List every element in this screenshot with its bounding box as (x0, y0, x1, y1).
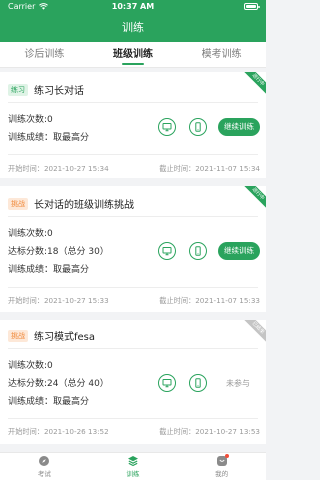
status-ribbon: 进行中 (241, 72, 266, 97)
start-time: 开始时间：2021-10-27 15:34 (8, 164, 109, 173)
type-badge: 挑战 (8, 329, 28, 342)
page-title: 训练 (0, 14, 266, 42)
monitor-button[interactable] (158, 118, 176, 136)
tab-post-diagnosis[interactable]: 诊后训练 (0, 42, 89, 67)
phone-icon (195, 378, 201, 388)
phone-button[interactable] (189, 118, 207, 136)
divider (8, 287, 258, 288)
training-card[interactable]: 进行中 挑战 长对话的班级训练挑战 训练次数:0 达标分数:18（总分 30） … (0, 186, 266, 312)
continue-training-button[interactable]: 继续训练 (218, 242, 260, 260)
tab-bar: 诊后训练 班级训练 模考训练 (0, 42, 266, 68)
end-time: 截止时间：2021-11-07 15:33 (159, 296, 260, 305)
pass-score: 达标分数:24（总分 40） (8, 379, 109, 389)
training-card[interactable]: 进行中 练习 练习长对话 训练次数:0 训练成绩：取最高分 继续训练 开始时间：… (0, 72, 266, 178)
monitor-icon (162, 123, 172, 132)
type-badge: 挑战 (8, 197, 28, 210)
card-title: 练习模式fesa (34, 332, 96, 343)
profile-icon (216, 454, 229, 467)
train-count: 训练次数:0 (8, 229, 53, 239)
phone-button[interactable] (189, 374, 207, 392)
nav-training[interactable]: 训练 (89, 453, 178, 480)
phone-icon (195, 122, 201, 132)
divider (8, 154, 258, 155)
train-count: 训练次数:0 (8, 361, 53, 371)
time-range: 开始时间：2021-10-26 13:52 截止时间：2021-10-27 13… (8, 427, 260, 437)
train-score: 训练成绩：取最高分 (8, 133, 90, 143)
status-time: 10:37 AM (111, 2, 155, 11)
train-count: 训练次数:0 (8, 115, 53, 125)
status-ribbon: 已结束 (241, 320, 266, 345)
nav-training-label: 训练 (126, 470, 140, 478)
battery-icon (244, 3, 260, 10)
train-score: 训练成绩：取最高分 (8, 265, 90, 275)
notification-dot (224, 454, 229, 458)
training-card[interactable]: 已结束 挑战 练习模式fesa 训练次数:0 达标分数:24（总分 40） 训练… (0, 320, 266, 444)
monitor-icon (162, 379, 172, 388)
time-range: 开始时间：2021-10-27 15:34 截止时间：2021-11-07 15… (8, 164, 260, 174)
tab-class-training[interactable]: 班级训练 (89, 42, 178, 67)
divider (8, 102, 258, 103)
divider (8, 418, 258, 419)
monitor-icon (162, 247, 172, 256)
compass-icon (39, 456, 50, 466)
start-time: 开始时间：2021-10-26 13:52 (8, 427, 109, 436)
phone-icon (195, 246, 201, 256)
status-ribbon: 进行中 (241, 186, 266, 211)
monitor-button[interactable] (158, 242, 176, 260)
monitor-button[interactable] (158, 374, 176, 392)
pass-score: 达标分数:18（总分 30） (8, 247, 109, 257)
continue-training-button[interactable]: 继续训练 (218, 118, 260, 136)
divider (8, 348, 258, 349)
card-title: 练习长对话 (34, 86, 84, 97)
status-bar: Carrier 10:37 AM (0, 0, 266, 14)
end-time: 截止时间：2021-10-27 13:53 (159, 427, 260, 436)
train-score: 训练成绩：取最高分 (8, 397, 90, 407)
phone-button[interactable] (189, 242, 207, 260)
type-badge: 练习 (8, 83, 28, 96)
nav-exam-label: 考试 (37, 470, 51, 478)
time-range: 开始时间：2021-10-27 15:33 截止时间：2021-11-07 15… (8, 296, 260, 306)
start-time: 开始时间：2021-10-27 15:33 (8, 296, 109, 305)
nav-exam[interactable]: 考试 (0, 453, 89, 480)
layers-icon (128, 456, 138, 467)
tab-mock-exam[interactable]: 模考训练 (177, 42, 266, 67)
nav-profile[interactable]: 我的 (177, 453, 266, 480)
card-title: 长对话的班级训练挑战 (34, 200, 134, 211)
bottom-nav: 考试 训练 我的 (0, 452, 266, 480)
nav-profile-label: 我的 (215, 470, 229, 478)
divider (8, 216, 258, 217)
end-time: 截止时间：2021-11-07 15:34 (159, 164, 260, 173)
not-participated-label: 未参与 (226, 379, 250, 388)
